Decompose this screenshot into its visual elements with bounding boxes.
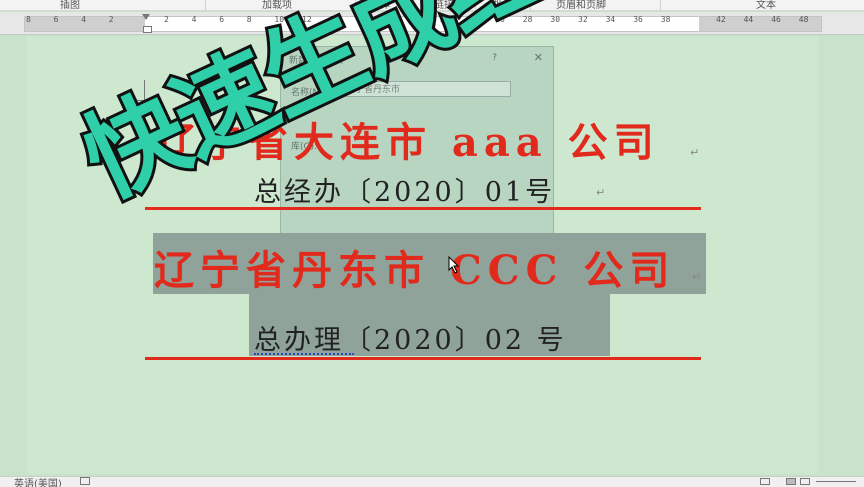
ruler-tick-label: 42: [716, 15, 726, 24]
ruler-tick-label: 34: [605, 15, 616, 24]
red-separator-line-1: [145, 207, 701, 210]
grammar-squiggle: [254, 350, 354, 355]
paragraph-mark: ↵: [690, 146, 700, 159]
ruler-tick-label: 44: [743, 15, 754, 24]
print-layout-icon[interactable]: [786, 478, 796, 485]
red-separator-line-2: [145, 357, 701, 360]
zoom-slider[interactable]: [816, 481, 856, 482]
web-layout-icon[interactable]: [800, 478, 810, 485]
paragraph-mark: ↵: [692, 270, 702, 283]
first-line-indent-marker[interactable]: [142, 14, 150, 20]
ruler-tick-label: 4: [191, 15, 197, 24]
ruler-tick-label: 38: [660, 15, 671, 24]
ruler-tick-label: 46: [771, 15, 781, 24]
read-mode-icon[interactable]: [760, 478, 770, 485]
status-bar: 英语(美国): [0, 476, 864, 487]
ruler-tick-label: 6: [53, 15, 59, 24]
ribbon-separator: [205, 0, 206, 10]
ribbon-group-illustrations: 插图: [60, 0, 80, 11]
dialog-close-icon[interactable]: ✕: [534, 51, 543, 64]
ruler-tick-label: 2: [108, 15, 114, 24]
ribbon-separator: [660, 0, 661, 10]
ribbon-group-text: 文本: [756, 0, 776, 11]
ruler-tick-label: 2: [164, 15, 169, 24]
ruler-tick-label: 8: [246, 15, 252, 24]
paragraph-mark: ↵: [596, 186, 606, 199]
ruler-tick-label: 4: [81, 15, 87, 24]
left-indent-marker[interactable]: [143, 26, 152, 33]
ruler-tick-label: 6: [219, 15, 225, 24]
status-language[interactable]: 英语(美国): [14, 477, 62, 487]
ruler-tick-label: 32: [578, 15, 588, 24]
dialog-help-button[interactable]: ?: [492, 53, 497, 63]
proofing-icon[interactable]: [80, 477, 90, 485]
ruler-tick-label: 8: [26, 15, 31, 24]
ruler-tick-label: 36: [633, 15, 643, 24]
cursor-arrow-icon: [448, 256, 460, 274]
letterhead-title-2[interactable]: 辽宁省丹东市 CCC 公司: [154, 238, 675, 296]
ruler-tick-label: 48: [798, 15, 809, 24]
document-number-1[interactable]: 总经办〔2020〕01号: [254, 170, 555, 209]
